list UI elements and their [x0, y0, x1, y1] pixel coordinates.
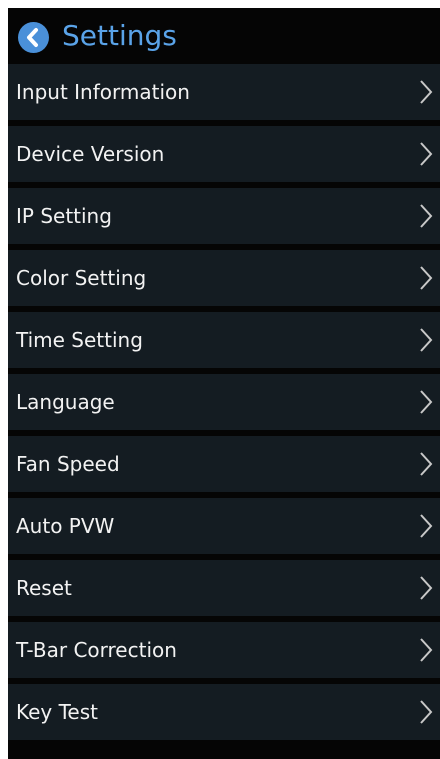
menu-item-label: T-Bar Correction — [16, 638, 177, 662]
menu-item-device-version[interactable]: Device Version — [8, 126, 440, 182]
menu-item-label: IP Setting — [16, 204, 112, 228]
menu-item-label: Language — [16, 390, 115, 414]
menu-item-language[interactable]: Language — [8, 374, 440, 430]
menu-item-label: Fan Speed — [16, 452, 120, 476]
menu-item-reset[interactable]: Reset — [8, 560, 440, 616]
menu-item-fan-speed[interactable]: Fan Speed — [8, 436, 440, 492]
page-title: Settings — [62, 19, 177, 52]
chevron-right-icon — [420, 390, 433, 414]
menu-item-t-bar-correction[interactable]: T-Bar Correction — [8, 622, 440, 678]
chevron-right-icon — [420, 452, 433, 476]
header-bar: Settings — [8, 8, 440, 63]
settings-screen: Settings Input Information Device Versio… — [8, 8, 440, 759]
chevron-right-icon — [420, 142, 433, 166]
chevron-left-circle-icon — [27, 28, 38, 47]
menu-item-label: Reset — [16, 576, 72, 600]
menu-item-input-information[interactable]: Input Information — [8, 64, 440, 120]
back-button[interactable] — [18, 22, 49, 53]
chevron-right-icon — [420, 700, 433, 724]
menu-item-key-test[interactable]: Key Test — [8, 684, 440, 740]
menu-item-label: Device Version — [16, 142, 165, 166]
menu-item-label: Input Information — [16, 80, 190, 104]
menu-item-label: Key Test — [16, 700, 99, 724]
menu-item-label: Time Setting — [16, 328, 143, 352]
menu-item-time-setting[interactable]: Time Setting — [8, 312, 440, 368]
chevron-right-icon — [420, 266, 433, 290]
chevron-right-icon — [420, 204, 433, 228]
chevron-right-icon — [420, 80, 433, 104]
chevron-right-icon — [420, 514, 433, 538]
chevron-right-icon — [420, 576, 433, 600]
menu-item-label: Color Setting — [16, 266, 147, 290]
menu-item-color-setting[interactable]: Color Setting — [8, 250, 440, 306]
chevron-right-icon — [420, 638, 433, 662]
chevron-right-icon — [420, 328, 433, 352]
menu-item-label: Auto PVW — [16, 514, 115, 538]
menu-item-auto-pvw[interactable]: Auto PVW — [8, 498, 440, 554]
menu-item-ip-setting[interactable]: IP Setting — [8, 188, 440, 244]
